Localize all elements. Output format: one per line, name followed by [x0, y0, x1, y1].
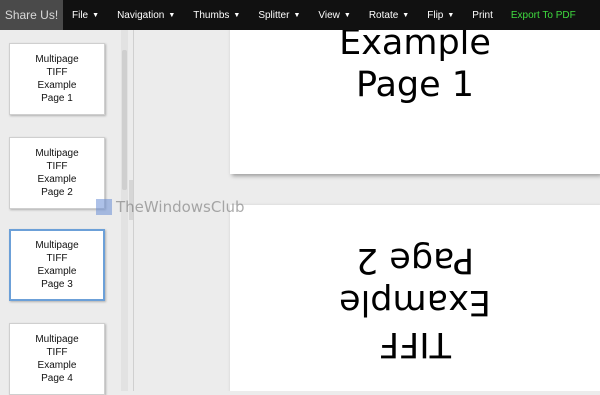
menu-view-label: View: [318, 9, 340, 21]
thumb-text: TIFF: [46, 161, 68, 172]
caret-down-icon: ▼: [168, 11, 176, 19]
thumb-text: Multipage: [35, 334, 79, 345]
menu-file[interactable]: File ▼: [63, 0, 108, 30]
menu-print-label: Print: [472, 9, 493, 21]
menu-splitter[interactable]: Splitter ▼: [249, 0, 309, 30]
caret-down-icon: ▼: [343, 11, 351, 19]
menu-navigation-label: Navigation: [117, 9, 165, 21]
thumb-text: Multipage: [35, 54, 79, 65]
menu-splitter-label: Splitter: [258, 9, 290, 21]
thumb-text: Page 4: [41, 373, 73, 384]
thumb-text: Example: [37, 80, 77, 91]
thumb-text: Example: [37, 174, 77, 185]
page-1-text: Example Page 1: [230, 30, 600, 106]
page-2-line: TIFF: [379, 324, 451, 364]
menu-thumbs-label: Thumbs: [193, 9, 230, 21]
page-2-line: Example: [339, 282, 491, 322]
thumb-text: Example: [37, 266, 77, 277]
page-1-line: Example: [339, 30, 491, 63]
caret-down-icon: ▼: [402, 11, 410, 19]
thumbnail-page-4[interactable]: Multipage TIFF Example Page 4: [9, 323, 105, 395]
page-2-text: TIFF Example Page 2: [230, 239, 600, 365]
thumbnail-page-2[interactable]: Multipage TIFF Example Page 2: [9, 137, 105, 209]
caret-down-icon: ▼: [233, 11, 241, 19]
menu-flip-label: Flip: [427, 9, 444, 21]
page-2-line: Page 2: [355, 240, 475, 280]
windows-club-logo-icon: [96, 199, 112, 215]
thumb-text: TIFF: [46, 253, 68, 264]
menu-bar: Share Us! File ▼ Navigation ▼ Thumbs ▼ Spli…: [0, 0, 600, 30]
thumb-text: Page 2: [41, 187, 73, 198]
caret-down-icon: ▼: [92, 11, 100, 19]
thumbnail-page-1[interactable]: Multipage TIFF Example Page 1: [9, 43, 105, 115]
watermark: TheWindowsClub: [96, 198, 245, 216]
watermark-text: TheWindowsClub: [116, 198, 245, 216]
thumb-text: TIFF: [46, 67, 68, 78]
menu-print[interactable]: Print: [463, 0, 502, 30]
menu-rotate-label: Rotate: [368, 9, 399, 21]
thumbnail-page-3[interactable]: Multipage TIFF Example Page 3: [9, 229, 105, 301]
caret-down-icon: ▼: [447, 11, 455, 19]
page-1-line: Page 1: [355, 65, 475, 105]
menu-export-pdf[interactable]: Export To PDF: [502, 0, 585, 30]
thumb-text: Page 1: [41, 93, 73, 104]
menu-rotate[interactable]: Rotate ▼: [360, 0, 418, 30]
caret-down-icon: ▼: [293, 11, 301, 19]
sidebar-scrollbar-thumb[interactable]: [122, 50, 127, 190]
share-us-button[interactable]: Share Us!: [0, 0, 63, 30]
menu-flip[interactable]: Flip ▼: [418, 0, 463, 30]
menu-thumbs[interactable]: Thumbs ▼: [184, 0, 249, 30]
menu-export-pdf-label: Export To PDF: [510, 9, 576, 21]
menu-navigation[interactable]: Navigation ▼: [108, 0, 184, 30]
thumb-text: TIFF: [46, 347, 68, 358]
thumb-text: Multipage: [35, 240, 79, 251]
page-1: Example Page 1: [230, 30, 600, 174]
thumb-text: Example: [37, 360, 77, 371]
thumb-text: Page 3: [41, 279, 73, 290]
thumb-text: Multipage: [35, 148, 79, 159]
page-2-flipped: TIFF Example Page 2: [230, 205, 600, 391]
menu-file-label: File: [72, 9, 89, 21]
menu-view[interactable]: View ▼: [309, 0, 359, 30]
